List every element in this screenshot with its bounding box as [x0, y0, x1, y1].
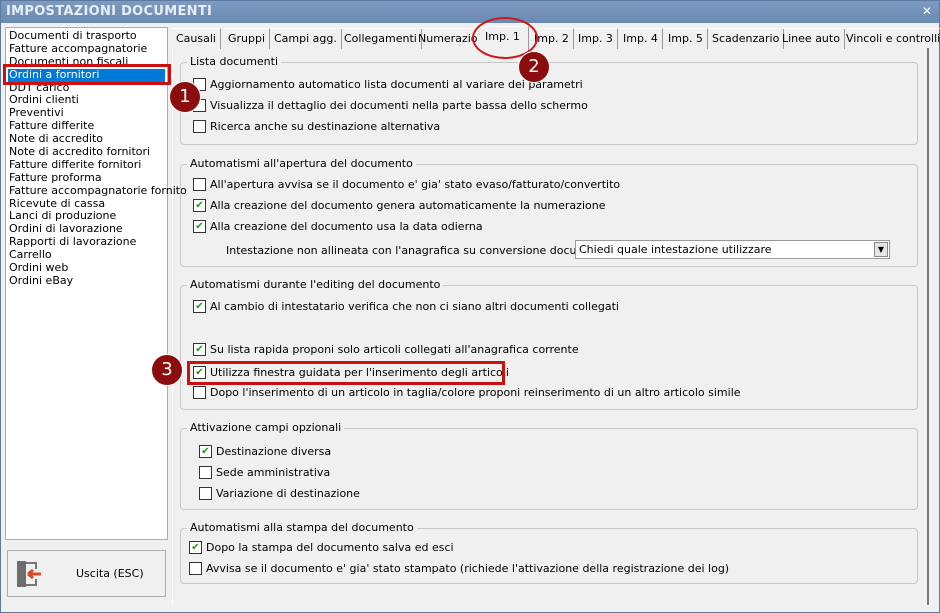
intestazione-combo[interactable]: Chiedi quale intestazione utilizzare ▼ — [575, 240, 890, 259]
tab-imp-3[interactable]: Imp. 3 — [574, 28, 618, 49]
checkbox-unchecked[interactable] — [193, 119, 206, 133]
checkbox-unchecked[interactable] — [199, 486, 212, 500]
checkbox-label: Su lista rapida proponi solo articoli co… — [210, 342, 579, 356]
checkbox-label: All'apertura avvisa se il documento e' g… — [210, 177, 621, 191]
checkbox-label: Ricerca anche su destinazione alternativ… — [210, 119, 441, 133]
window-title: IMPOSTAZIONI DOCUMENTI — [6, 4, 213, 19]
checkbox-row[interactable]: Avvisa se il documento e' gia' stato sta… — [189, 561, 729, 575]
checkbox-row[interactable]: ✔ Dopo la stampa del documento salva ed e… — [189, 540, 454, 554]
doc-list-item[interactable]: Fatture proforma — [6, 171, 167, 185]
checkbox-checked[interactable]: ✔ — [193, 342, 206, 356]
close-icon[interactable]: ✕ — [921, 5, 933, 17]
checkbox-label: Alla creazione del documento usa la data… — [210, 219, 483, 233]
exit-label: Uscita (ESC) — [76, 567, 144, 580]
checkbox-row[interactable]: Dopo l'inserimento di un articolo in tag… — [193, 385, 741, 399]
checkbox-row[interactable]: Sede amministrativa — [199, 465, 330, 479]
tab-scadenzario[interactable]: Scadenzario — [708, 28, 785, 49]
checkbox-checked[interactable]: ✔ — [189, 540, 202, 554]
checkbox-unchecked[interactable] — [193, 177, 206, 191]
checkbox-label: Dopo la stampa del documento salva ed es… — [206, 540, 454, 554]
exit-button[interactable]: Uscita (ESC) — [7, 550, 166, 597]
checkbox-row[interactable]: Visualizza il dettaglio dei documenti ne… — [193, 98, 588, 112]
highlight-box-3 — [187, 361, 505, 385]
checkbox-label: Sede amministrativa — [216, 465, 331, 479]
checkbox-row[interactable]: All'apertura avvisa se il documento e' g… — [193, 177, 620, 191]
checkbox-label: Al cambio di intestatario verifica che n… — [210, 299, 619, 313]
checkbox-unchecked[interactable] — [189, 561, 202, 575]
checkbox-label: Dopo l'inserimento di un articolo in tag… — [210, 385, 741, 399]
doc-list-item[interactable]: Fatture accompagnatorie fornito — [6, 184, 187, 198]
highlight-box-1 — [3, 64, 171, 85]
group-title: Attivazione campi opzionali — [187, 421, 345, 434]
group-title: Automatismi alla stampa del documento — [187, 521, 417, 534]
tab-imp-5[interactable]: Imp. 5 — [664, 28, 708, 49]
doc-list-item[interactable]: Note di accredito fornitori — [6, 145, 167, 159]
combo-label: Intestazione non allineata con l'anagraf… — [226, 243, 620, 257]
group-stampa: Automatismi alla stampa del documento — [180, 521, 918, 584]
checkbox-unchecked[interactable] — [199, 465, 212, 479]
checkbox-row[interactable]: ✔ Al cambio di intestatario verifica che … — [193, 299, 619, 313]
chevron-down-icon[interactable]: ▼ — [874, 242, 888, 257]
checkbox-label: Visualizza il dettaglio dei documenti ne… — [210, 98, 588, 112]
annotation-badge-2: 2 — [518, 51, 550, 83]
annotation-badge-1: 1 — [169, 81, 201, 113]
checkbox-label: Avvisa se il documento e' gia' stato sta… — [206, 561, 730, 575]
checkbox-checked[interactable]: ✔ — [193, 299, 206, 313]
doc-list-item[interactable]: Ordini web — [6, 261, 167, 275]
group-title: Lista documenti — [187, 55, 282, 68]
document-type-list[interactable]: Documenti di trasporto Fatture accompagna… — [5, 27, 187, 540]
checkbox-row[interactable]: ✔ Destinazione diversa — [199, 444, 331, 458]
checkbox-row[interactable]: Variazione di destinazione — [199, 486, 360, 500]
exit-door-icon — [17, 561, 41, 587]
checkbox-label: Destinazione diversa — [216, 444, 332, 458]
checkbox-unchecked[interactable] — [193, 385, 206, 399]
combo-value: Chiedi quale intestazione utilizzare — [579, 243, 772, 256]
checkbox-checked[interactable]: ✔ — [193, 219, 206, 233]
doc-list-item[interactable]: Ordini eBay — [6, 274, 167, 288]
doc-list-item[interactable]: Documenti di trasporto — [6, 29, 167, 43]
checkbox-checked[interactable]: ✔ — [193, 198, 206, 212]
tab-vincoli-e-controlli[interactable]: Vincoli e controlli — [842, 28, 940, 49]
checkbox-row[interactable]: ✔ Alla creazione del documento usa la dat… — [193, 219, 483, 233]
tab-imp-4[interactable]: Imp. 4 — [619, 28, 663, 49]
group-title: Automatismi durante l'editing del docume… — [187, 278, 444, 291]
tab-causali[interactable]: Causali — [172, 28, 221, 49]
tab-collegamenti[interactable]: Collegamenti — [340, 28, 422, 49]
tab-linee-auto[interactable]: Linee auto — [778, 28, 845, 49]
doc-list-item[interactable]: Fatture differite fornitori — [6, 158, 167, 172]
title-bar: IMPOSTAZIONI DOCUMENTI ✕ — [1, 1, 939, 23]
checkbox-row[interactable]: ✔ Su lista rapida proponi solo articoli c… — [193, 342, 579, 356]
checkbox-label: Variazione di destinazione — [216, 486, 360, 500]
group-title: Automatismi all'apertura del documento — [187, 157, 416, 170]
doc-list-item[interactable]: Fatture accompagnatorie — [6, 42, 167, 56]
tab-campi-agg-[interactable]: Campi agg. — [270, 28, 342, 49]
annotation-badge-3: 3 — [151, 354, 183, 386]
checkbox-row[interactable]: Ricerca anche su destinazione alternativ… — [193, 119, 440, 133]
checkbox-row[interactable]: ✔ Alla creazione del documento genera aut… — [193, 198, 605, 212]
checkbox-checked[interactable]: ✔ — [199, 444, 212, 458]
checkbox-label: Alla creazione del documento genera auto… — [210, 198, 606, 212]
tab-gruppi[interactable]: Gruppi — [224, 28, 271, 49]
